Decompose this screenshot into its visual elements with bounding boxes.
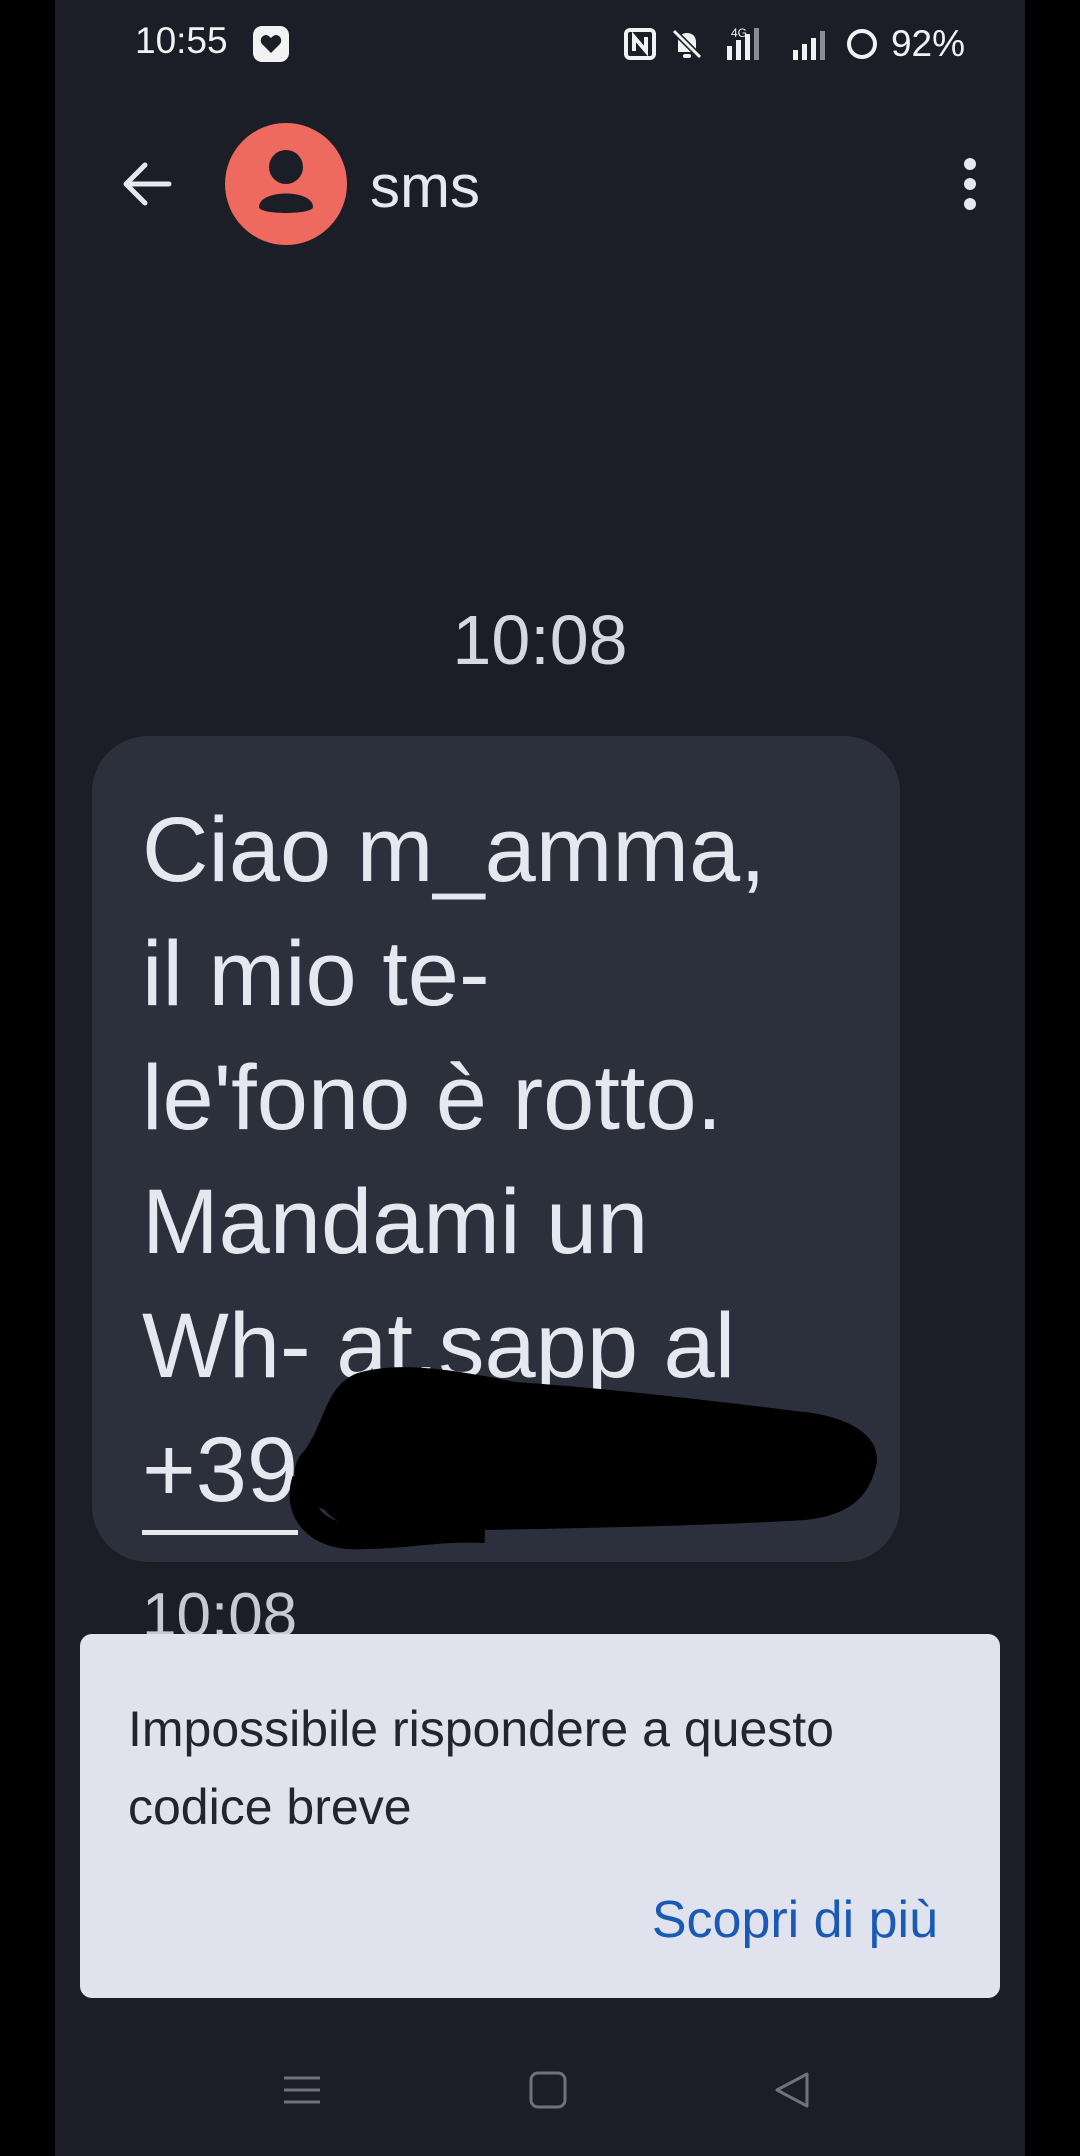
svg-text:4G: 4G — [731, 26, 747, 40]
conversation-header: sms — [55, 100, 1025, 270]
mute-icon — [671, 28, 703, 60]
nfc-icon — [623, 28, 656, 60]
status-time: 10:55 — [135, 20, 228, 61]
arrow-left-icon — [123, 162, 172, 206]
back-triangle-icon — [775, 2072, 809, 2108]
signal-icon — [792, 31, 825, 60]
contact-name[interactable]: sms — [370, 152, 480, 221]
back-button[interactable] — [105, 142, 189, 226]
heart-app-icon — [253, 26, 289, 62]
message-text: Ciao m_amma, il mio te- le'fono è rotto.… — [142, 799, 766, 1397]
battery-level: 92% — [890, 23, 965, 64]
back-nav-button[interactable] — [757, 2058, 827, 2122]
cannot-reply-card: Impossibile rispondere a questo codice b… — [80, 1634, 1000, 1998]
redaction-scribble — [289, 1367, 877, 1550]
more-vert-icon — [964, 158, 976, 210]
home-button[interactable] — [513, 2058, 583, 2122]
system-nav-bar — [55, 2040, 1025, 2140]
battery-icon — [846, 29, 877, 59]
status-icons: 4G 92% — [623, 16, 965, 72]
phone-number-link[interactable]: +39 — [142, 1414, 299, 1535]
home-icon — [529, 2071, 567, 2109]
messages-screen: 10:55 4G 92% sms 10:08 Ciao m_amma, il m… — [55, 0, 1025, 2156]
recents-icon — [284, 2076, 320, 2104]
more-options-button[interactable] — [935, 142, 1005, 226]
message-date-divider: 10:08 — [452, 601, 628, 679]
signal-icon: 4G — [726, 26, 759, 60]
person-icon — [259, 150, 313, 213]
recents-button[interactable] — [267, 2058, 337, 2122]
status-bar: 10:55 4G 92% — [55, 0, 1025, 90]
cannot-reply-text: Impossibile rispondere a questo codice b… — [128, 1701, 834, 1835]
avatar[interactable] — [225, 123, 347, 245]
learn-more-link[interactable]: Scopri di più — [652, 1890, 938, 1950]
